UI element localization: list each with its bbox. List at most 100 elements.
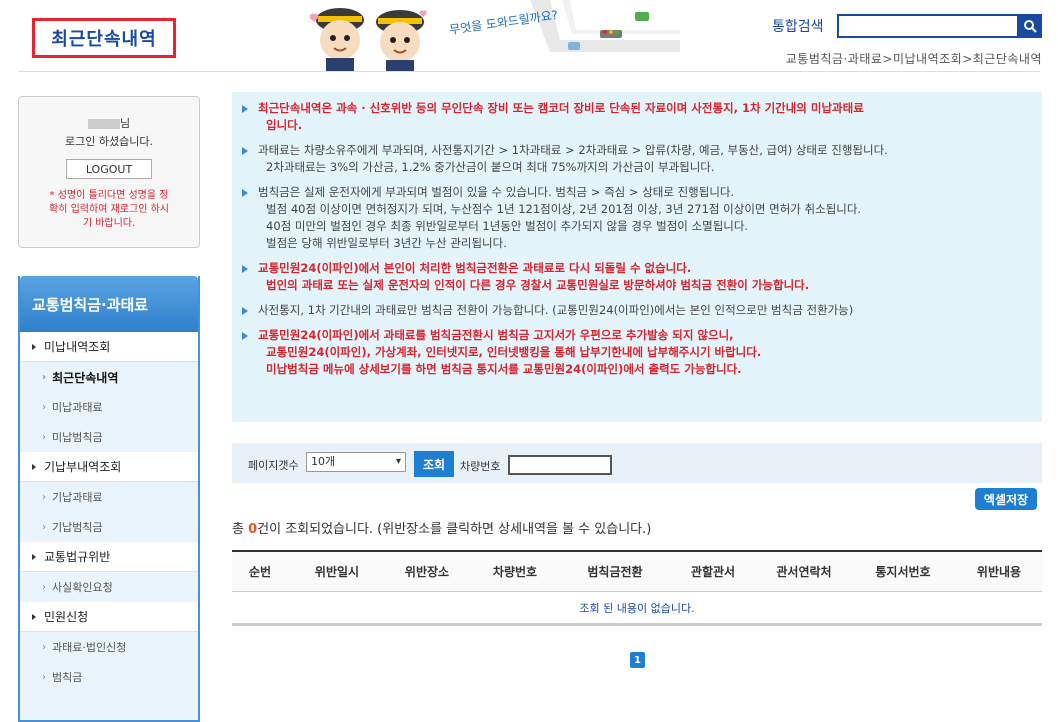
mascot-caption: 무엇을 도와드릴까요? — [448, 8, 558, 37]
triangle-bullet-icon — [242, 147, 248, 155]
sidebar-item[interactable]: › 미납범칙금 — [20, 422, 198, 452]
notice-line: 교통민원24(이파인)에서 과태료를 범칙금전환시 범칙금 고지서가 우편으로 … — [258, 328, 734, 342]
notice-item: 교통민원24(이파인)에서 본인이 처리한 범칙금전환은 과태료로 다시 되돌릴… — [242, 260, 1042, 294]
notice-box: 최근단속내역은 과속 · 신호위반 등의 무인단속 장비 또는 캠코더 장비로 … — [232, 92, 1042, 422]
excel-save-button[interactable]: 엑셀저장 — [975, 488, 1037, 510]
sidebar-item[interactable]: › 과태료·법인신청 — [20, 632, 198, 662]
car-number-label: 차량번호 — [460, 460, 501, 473]
table-column-header: 범칙금전환 — [587, 565, 643, 579]
sidebar-item-label: 과태료·법인신청 — [52, 641, 127, 654]
sidebar: 교통범칙금·과태료 미납내역조회 › 최근단속내역 › 미납과태료 › 미납범칙금 기납부내역… — [18, 276, 200, 722]
sidebar-title: 교통범칙금·과태료 — [20, 276, 198, 332]
empty-message: 조회 된 내용이 없습니다. — [232, 592, 1042, 626]
notice-line: 벌점 40점 이상이면 면허정지가 되며, 누산점수 1년 121점이상, 2년… — [266, 202, 862, 216]
page-title-box: 최근단속내역 — [32, 18, 176, 58]
sidebar-item-label: 기납과태료 — [52, 491, 103, 504]
notice-item: 교통민원24(이파인)에서 과태료를 범칙금전환시 범칙금 고지서가 우편으로 … — [242, 327, 1042, 378]
login-user: 님 — [19, 115, 199, 131]
notice-item: 과태료는 차량소유주에게 부과되며, 사전통지기간 > 1차과태료 > 2차과태… — [242, 142, 1042, 176]
car-number-input[interactable] — [508, 455, 612, 475]
result-count: 0 — [248, 522, 258, 537]
result-suffix: 건이 조회되었습니다. (위반장소를 클릭하면 상세내역을 볼 수 있습니다.) — [257, 522, 652, 537]
sidebar-item[interactable]: › 미납과태료 — [20, 392, 198, 422]
logout-button[interactable]: LOGOUT — [66, 159, 152, 179]
triangle-bullet-icon — [242, 265, 248, 273]
sidebar-menu: 미납내역조회 › 최근단속내역 › 미납과태료 › 미납범칙금 기납부내역조회 › 기납과태료 › 기… — [20, 332, 198, 692]
triangle-right-icon — [32, 463, 36, 470]
page-count-label: 페이지갯수 — [248, 459, 299, 472]
sidebar-item[interactable]: 기납부내역조회 — [20, 452, 198, 482]
chevron-right-icon: › — [42, 401, 46, 413]
sidebar-item-label: 최근단속내역 — [52, 370, 119, 385]
chevron-right-icon: › — [42, 641, 46, 653]
chevron-right-icon: › — [42, 521, 46, 533]
search-button[interactable] — [1018, 14, 1042, 38]
table-column-header: 관할관서 — [690, 565, 736, 579]
notice-line: 교통민원24(이파인)에서 본인이 처리한 범칙금전환은 과태료로 다시 되돌릴… — [258, 261, 692, 275]
page-button-current[interactable]: 1 — [630, 652, 645, 668]
triangle-bullet-icon — [242, 307, 248, 315]
triangle-right-icon — [32, 613, 36, 620]
chevron-right-icon: › — [42, 581, 46, 593]
sidebar-item[interactable]: 교통법규위반 — [20, 542, 198, 572]
sidebar-item-label: 미납범칙금 — [52, 431, 103, 444]
notice-line: 과태료는 차량소유주에게 부과되며, 사전통지기간 > 1차과태료 > 2차과태… — [258, 143, 888, 157]
chevron-right-icon: › — [42, 671, 46, 683]
triangle-bullet-icon — [242, 189, 248, 197]
notice-line: 최근단속내역은 과속 · 신호위반 등의 무인단속 장비 또는 캠코더 장비로 … — [258, 101, 864, 115]
sidebar-item-label: 민원신청 — [44, 610, 89, 624]
sidebar-item-label: 미납과태료 — [52, 401, 103, 414]
notice-line: 법인의 과태료 또는 실제 운전자의 인적이 다른 경우 경찰서 교통민원실로 … — [266, 278, 810, 292]
search-label: 통합검색 — [772, 19, 824, 35]
page-title: 최근단속내역 — [51, 29, 157, 50]
login-status: 로그인 하셨습니다. — [65, 135, 153, 148]
table-column-header: 위반내용 — [976, 565, 1022, 579]
sidebar-item[interactable]: › 최근단속내역 — [20, 362, 198, 392]
police-mascot-banner: 무엇을 도와드릴까요? — [309, 0, 680, 72]
search-icon — [1024, 20, 1037, 33]
query-button[interactable]: 조회 — [414, 451, 454, 477]
sidebar-item-label: 범칙금 — [52, 671, 83, 684]
triangle-bullet-icon — [242, 332, 248, 340]
sidebar-item-label: 기납부내역조회 — [44, 460, 122, 474]
table-header: 순번 위반일시 위반장소 차량번호 범칙금전환 관할관서 관서연락처 통지서번호 위반내용 — [232, 552, 1042, 592]
result-summary: 총 0건이 조회되었습니다. (위반장소를 클릭하면 상세내역을 볼 수 있습니… — [232, 518, 651, 537]
notice-line: 40점 미만의 벌점인 경우 최종 위반일로부터 1년동안 벌점이 추가되지 않… — [266, 219, 749, 233]
table-column-header: 위반일시 — [314, 565, 360, 579]
query-button-label: 조회 — [422, 457, 446, 472]
sidebar-title-text: 교통범칙금·과태료 — [32, 296, 149, 314]
header-divider — [18, 71, 1040, 72]
sidebar-item[interactable]: › 사실확인요청 — [20, 572, 198, 602]
sidebar-item[interactable]: 민원신청 — [20, 602, 198, 632]
sidebar-item[interactable]: 미납내역조회 — [20, 332, 198, 362]
table-column-header: 차량번호 — [492, 565, 538, 579]
login-user-suffix: 님 — [119, 117, 131, 130]
notice-item: 범칙금은 실제 운전자에게 부과되며 벌점이 있을 수 있습니다. 범칙금 > … — [242, 184, 1042, 252]
sidebar-item[interactable]: › 범칙금 — [20, 662, 198, 692]
page-count-value: 10개 — [311, 455, 336, 468]
chevron-down-icon: ▾ — [395, 456, 401, 467]
sidebar-item-label: 기납범칙금 — [52, 521, 103, 534]
sidebar-item-label: 교통법규위반 — [44, 550, 111, 564]
search-input[interactable] — [837, 14, 1019, 38]
login-warning-text: * 성명이 틀리다면 성명을 정확히 입력하여 재로그인 하시기 바랍니다. — [49, 190, 169, 229]
breadcrumb: 교통범칙금·과태료>미납내역조회>최근단속내역 — [785, 52, 1042, 66]
sidebar-item[interactable]: › 기납범칙금 — [20, 512, 198, 542]
table-column-header: 통지서번호 — [875, 565, 931, 579]
login-box: 님 로그인 하셨습니다. LOGOUT * 성명이 틀리다면 성명을 정확히 입… — [18, 96, 200, 248]
triangle-right-icon — [32, 553, 36, 560]
login-warning: * 성명이 틀리다면 성명을 정확히 입력하여 재로그인 하시기 바랍니다. — [19, 189, 199, 231]
table-column-header: 순번 — [248, 565, 272, 579]
sidebar-item[interactable]: › 기납과태료 — [20, 482, 198, 512]
notice-line: 입니다. — [266, 118, 303, 132]
chevron-right-icon: › — [42, 491, 46, 503]
query-bar: 페이지갯수 10개 ▾ 조회 차량번호 — [232, 443, 1042, 483]
triangle-right-icon — [32, 343, 36, 350]
violation-table: 순번 위반일시 위반장소 차량번호 범칙금전환 관할관서 관서연락처 통지서번호 위반내용 조회… — [232, 550, 1042, 626]
triangle-bullet-icon — [242, 105, 248, 113]
table-column-header: 관서연락처 — [776, 565, 832, 579]
header: 최근단속내역 무엇을 도와드릴까요? 통합검색 교통범칙금·과태료>미납내역조회… — [0, 0, 1058, 72]
notice-line: 사전통지, 1차 기간내의 과태료만 범칙금 전환이 가능합니다. (교통민원2… — [258, 303, 854, 317]
notice-item: 사전통지, 1차 기간내의 과태료만 범칙금 전환이 가능합니다. (교통민원2… — [242, 302, 1042, 319]
page-count-select[interactable]: 10개 ▾ — [306, 452, 406, 472]
